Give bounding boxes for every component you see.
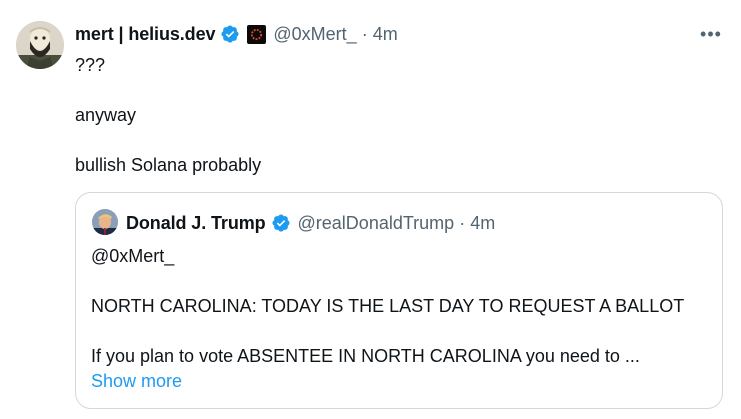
tweet-timestamp[interactable]: 4m — [373, 24, 398, 45]
quoted-author-handle[interactable]: @realDonaldTrump — [298, 213, 455, 234]
dot-separator: · — [361, 23, 368, 44]
tweet-text-line: anyway — [75, 105, 137, 125]
quoted-tweet-header: Donald J. Trump @realDonaldTrump · 4m — [126, 211, 495, 235]
author-handle[interactable]: @0xMert_ — [273, 24, 356, 45]
show-more-link[interactable]: Show more — [91, 371, 182, 392]
dot-separator: · — [459, 212, 466, 233]
quoted-author-name[interactable]: Donald J. Trump — [126, 213, 266, 234]
helius-logo-icon[interactable] — [247, 24, 267, 44]
quoted-author-avatar[interactable] — [92, 209, 118, 235]
author-avatar[interactable] — [16, 21, 64, 69]
more-dots-icon[interactable]: ••• — [694, 22, 728, 46]
verified-badge-icon — [271, 213, 291, 233]
quoted-tweet-timestamp[interactable]: 4m — [470, 213, 495, 234]
verified-badge-icon — [220, 24, 240, 44]
quoted-text-line: @0xMert_ — [91, 246, 175, 266]
tweet[interactable]: mert | helius.dev @0xMert_ · 4m ••• ??? … — [0, 0, 741, 419]
quoted-tweet-card[interactable]: Donald J. Trump @realDonaldTrump · 4m @0… — [75, 192, 723, 409]
tweet-text-line: bullish Solana probably — [75, 155, 262, 175]
quoted-text-line: NORTH CAROLINA: TODAY IS THE LAST DAY TO… — [91, 296, 685, 316]
tweet-text-line: ??? — [75, 55, 106, 75]
quoted-text-line: If you plan to vote ABSENTEE IN NORTH CA… — [91, 346, 640, 366]
tweet-header: mert | helius.dev @0xMert_ · 4m — [75, 22, 398, 46]
author-name[interactable]: mert | helius.dev — [75, 24, 215, 45]
